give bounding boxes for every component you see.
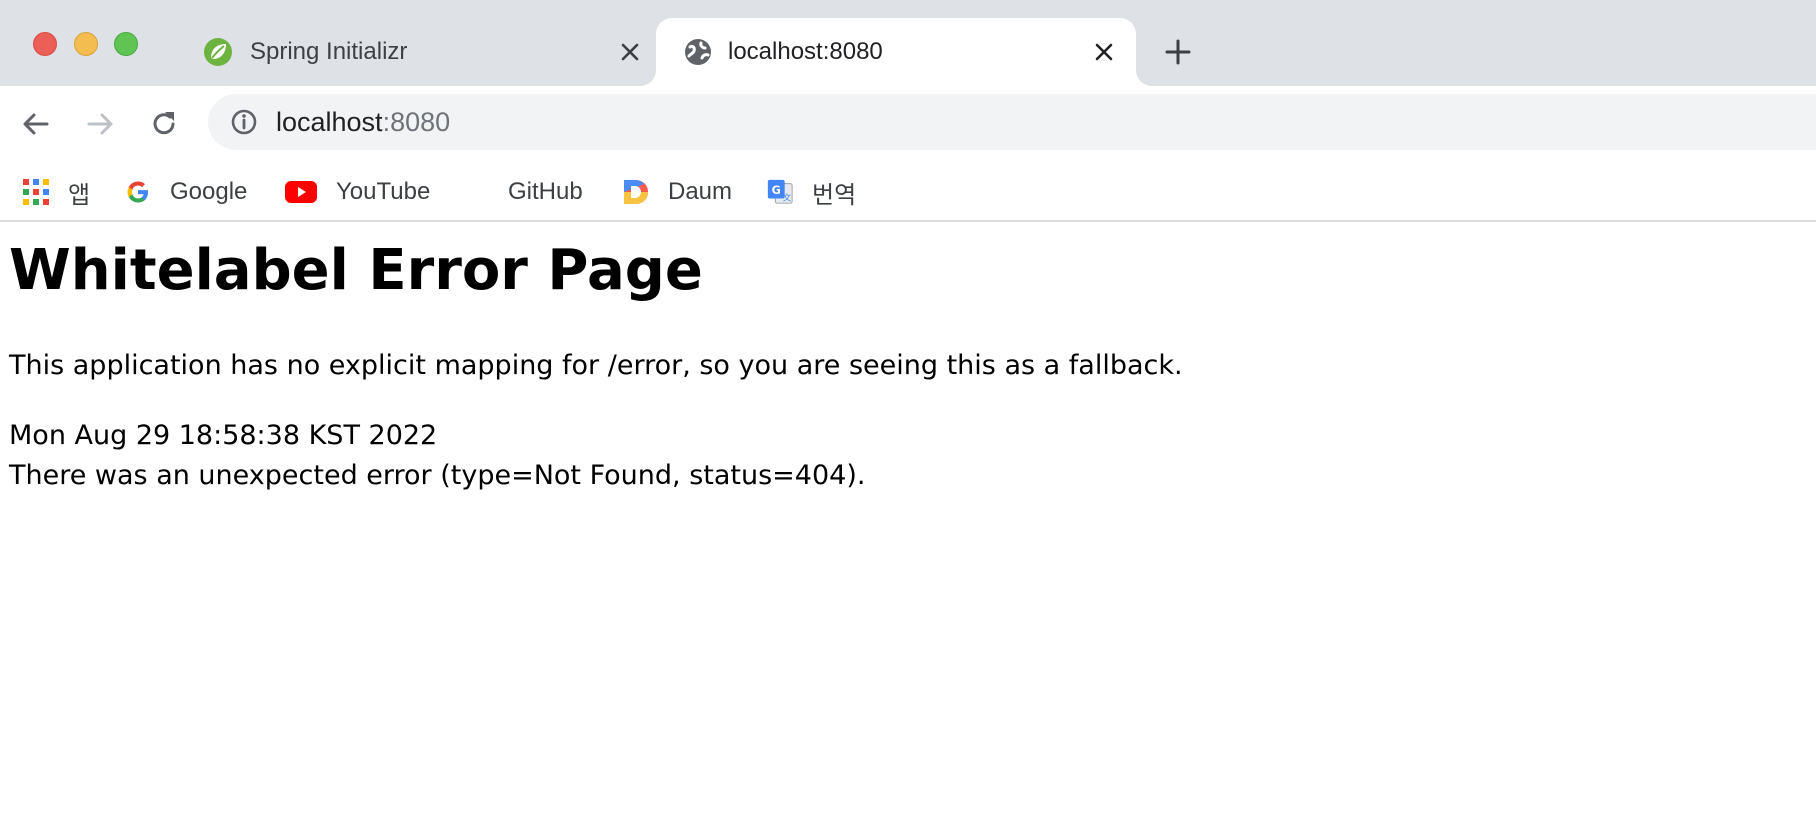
youtube-icon: [284, 178, 318, 206]
error-details: There was an unexpected error (type=Not …: [9, 460, 866, 491]
bookmark-google[interactable]: Google: [124, 164, 247, 220]
plus-icon: [1165, 39, 1191, 65]
apps-grid-icon: [22, 178, 50, 206]
error-description: This application has no explicit mapping…: [9, 350, 1183, 381]
daum-icon: [622, 178, 650, 206]
tab-spring-initializr[interactable]: Spring Initializr: [192, 18, 652, 86]
google-g-icon: [124, 178, 152, 206]
window-minimize-button[interactable]: [74, 32, 98, 56]
tab-localhost[interactable]: localhost:8080: [656, 18, 1136, 86]
arrow-right-icon: [87, 113, 113, 135]
url-port: :8080: [382, 107, 451, 137]
arrow-left-icon: [23, 113, 49, 135]
svg-text:G: G: [772, 184, 781, 197]
reload-icon: [153, 112, 175, 135]
bookmark-label: Google: [170, 178, 248, 205]
bookmark-github[interactable]: GitHub: [508, 164, 583, 220]
page-content: Whitelabel Error Page This application h…: [9, 222, 1799, 496]
info-icon[interactable]: [230, 108, 258, 136]
bookmark-label: 앱: [68, 181, 91, 209]
bookmark-daum[interactable]: Daum: [622, 164, 732, 220]
reload-button[interactable]: [144, 104, 184, 144]
spring-leaf-icon: [202, 36, 234, 68]
globe-icon: [682, 36, 714, 68]
svg-text:文: 文: [783, 192, 792, 202]
address-bar[interactable]: localhost:8080: [208, 94, 1816, 150]
bookmark-label: GitHub: [508, 178, 583, 205]
address-url[interactable]: localhost:8080: [276, 94, 450, 150]
forward-button[interactable]: [80, 104, 120, 144]
bookmark-label: 번역: [812, 181, 857, 209]
bookmark-youtube[interactable]: YouTube: [284, 164, 430, 220]
bookmark-apps[interactable]: 앱: [22, 164, 90, 220]
tab-strip: Spring Initializr localhost:8080: [0, 0, 1816, 86]
browser-toolbar: localhost:8080: [0, 86, 1816, 164]
url-host: localhost: [276, 107, 383, 137]
tab-title: Spring Initializr: [250, 38, 408, 65]
error-timestamp: Mon Aug 29 18:58:38 KST 2022: [9, 420, 438, 451]
translate-icon: G 文: [766, 178, 794, 206]
bookmark-translate[interactable]: G 文 번역: [766, 164, 856, 220]
window-maximize-button[interactable]: [114, 32, 138, 56]
new-tab-button[interactable]: [1164, 38, 1192, 66]
close-icon[interactable]: [1092, 40, 1116, 64]
bookmark-label: Daum: [668, 178, 733, 205]
page-title: Whitelabel Error Page: [9, 238, 703, 303]
bookmark-label: YouTube: [336, 178, 431, 205]
tab-title: localhost:8080: [728, 38, 883, 65]
bookmarks-bar: 앱 Google YouTube GitHub Daum G 文 번역: [0, 164, 1816, 222]
close-icon[interactable]: [618, 40, 642, 64]
back-button[interactable]: [16, 104, 56, 144]
window-close-button[interactable]: [33, 32, 57, 56]
